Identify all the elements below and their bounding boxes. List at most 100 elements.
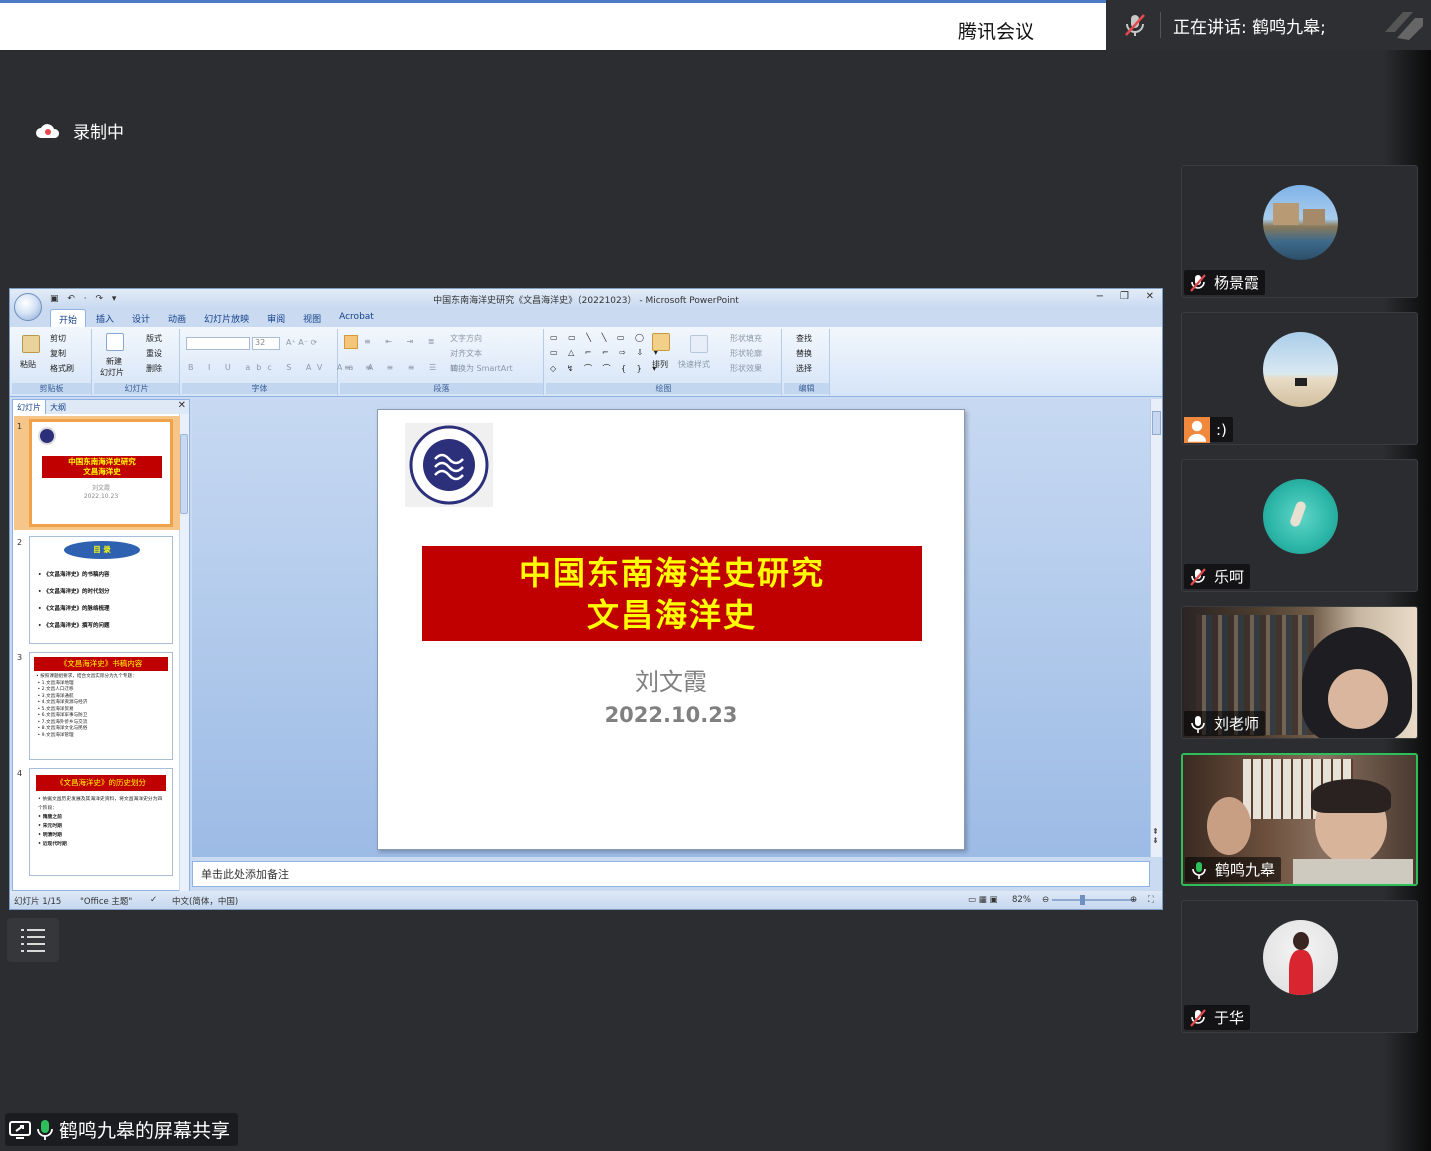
zoom-in-icon[interactable]: ⊕ [1130,895,1137,905]
select-button[interactable]: 选择 [796,363,812,374]
new-slide-label-2[interactable]: 幻灯片 [100,367,124,378]
quick-styles-button[interactable]: 快速样式 [678,359,710,370]
slide-title-box[interactable]: 中国东南海洋史研究 文昌海洋史 [422,546,922,641]
current-slide[interactable]: 中国东南海洋史研究 文昌海洋史 刘文霞 2022.10.23 [377,409,965,850]
layout-button[interactable]: 版式 [146,333,162,344]
theme-name: "Office 主题" [80,897,133,907]
slide-author[interactable]: 刘文霞 [378,662,964,697]
text-direction-button[interactable]: 文字方向 [450,333,482,344]
zoom-slider[interactable] [1052,899,1136,901]
shapes-gallery-row1[interactable]: ▭ ▭ ╲ ╲ ▭ ◯ ▴ [550,333,663,342]
quick-access-toolbar[interactable]: ▣ ↶ · ↷ ▾ [50,294,119,304]
tab-slides[interactable]: 幻灯片 [13,400,46,414]
prev-next-slide-icon[interactable]: ⇞ ⇟ [1152,827,1159,845]
view-buttons[interactable]: ▭ ▦ ▣ [968,895,998,905]
thumb4-heading: 《文昌海洋史》的历史划分 [36,775,166,791]
slide-date[interactable]: 2022.10.23 [378,703,964,727]
divider [1160,12,1161,38]
tab-home[interactable]: 开始 [50,309,87,327]
participant-tile[interactable]: 于华 [1181,900,1418,1033]
zoom-level[interactable]: 82% [1012,895,1031,905]
slide-thumbnail-2[interactable]: 目 录 • 《文昌海洋史》的书稿内容 • 《文昌海洋史》的时代划分 • 《文昌海… [29,536,173,644]
slide-title-line1: 中国东南海洋史研究 [518,553,825,592]
participant-name: 刘老师 [1214,715,1260,733]
tab-animations[interactable]: 动画 [160,309,194,327]
new-slide-label-1[interactable]: 新建 [106,356,122,367]
spellcheck-icon[interactable]: ✓ [150,895,157,905]
tab-view[interactable]: 视图 [295,309,329,327]
participant-video-tile-active[interactable]: 鹤鸣九皋 [1181,753,1418,886]
new-slide-icon[interactable] [106,333,124,351]
mic-muted-icon[interactable] [1124,13,1146,37]
shape-fill-button[interactable]: 形状填充 [730,333,762,344]
slide-scrollbar[interactable]: ⇞ ⇟ [1150,399,1162,857]
minimize-icon[interactable]: − [1096,291,1104,302]
shapes-gallery-row3[interactable]: ◇ ↯ ⌒ ⌒ { } ▾ [550,363,660,374]
thumb-title-line1: 中国东南海洋史研究 [68,457,136,466]
copy-button[interactable]: 复制 [50,348,66,359]
tab-review[interactable]: 审阅 [259,309,293,327]
alignment-buttons[interactable]: ≡ ≡ ≡ ≡ ☰ ▥ [344,363,464,372]
panel-scroll-thumb[interactable] [180,434,188,514]
format-painter-button[interactable]: 格式刷 [50,363,74,374]
slide-thumbnail-3[interactable]: 《文昌海洋史》书稿内容 • 按照课题组要求，结合文昌实际分为九个专题： • 1.… [29,652,173,760]
tab-insert[interactable]: 插入 [88,309,122,327]
shape-effects-button[interactable]: 形状效果 [730,363,762,374]
drawing-group: ▭ ▭ ╲ ╲ ▭ ◯ ▴ ▭ △ ⌐ ⌐ ⇨ ⇩ ▾ ◇ ↯ ⌒ ⌒ { } … [546,329,782,395]
tab-slideshow[interactable]: 幻灯片放映 [196,309,257,327]
language-indicator[interactable]: 中文(简体，中国) [172,895,238,907]
list-indent-buttons[interactable]: ≡ ⇤ ⇥ ≣ [364,337,440,346]
participant-name: 乐呵 [1214,568,1245,586]
replace-button[interactable]: 替换 [796,348,812,359]
close-icon[interactable]: ✕ [1146,291,1154,302]
shapes-gallery-row2[interactable]: ▭ △ ⌐ ⌐ ⇨ ⇩ ▾ [550,348,662,357]
quick-styles-icon[interactable] [690,335,708,353]
university-seal-icon [409,425,489,505]
user-icon [1184,416,1210,443]
list-item: • 9.文昌海洋管理 [36,732,74,738]
list-item-text: 按照课题组要求，结合文昌实际分为九个专题： [40,674,137,679]
find-button[interactable]: 查找 [796,333,812,344]
font-grow-shrink-buttons[interactable]: A⁺ A⁻ ⟳ [286,338,317,347]
slide-scroll-thumb[interactable] [1152,411,1161,435]
delete-button[interactable]: 删除 [146,363,162,374]
clipboard-group-label: 剪贴板 [12,383,91,394]
shape-outline-button[interactable]: 形状轮廓 [730,348,762,359]
fit-window-icon[interactable]: ⛶ [1148,895,1154,905]
reset-button[interactable]: 重设 [146,348,162,359]
participant-tile[interactable]: :) [1181,312,1418,445]
list-menu-button[interactable] [7,918,59,962]
thumb2-heading: 目 录 [64,541,140,559]
participant-namebar: 于华 [1184,1005,1251,1030]
slide-thumbnail-4[interactable]: 《文昌海洋史》的历史划分 • 依据文昌历史发展及其海洋史资料，将文昌海洋史分为四… [29,768,173,876]
paste-icon[interactable] [22,335,40,353]
list-item-text: 7.文昌海外侨乡与交流 [41,719,88,725]
zoom-slider-knob[interactable] [1080,895,1085,905]
tab-acrobat[interactable]: Acrobat [331,309,382,327]
office-button[interactable] [14,293,42,321]
slide-edit-area: 中国东南海洋史研究 文昌海洋史 刘文霞 2022.10.23 [192,399,1150,857]
participant-video-tile[interactable]: 刘老师 [1181,606,1418,739]
restore-icon[interactable]: ❐ [1120,291,1129,302]
paste-button[interactable]: 粘贴 [20,359,36,370]
tab-outline[interactable]: 大纲 [46,400,70,414]
panel-scrollbar[interactable] [179,414,189,892]
notes-pane[interactable]: 单击此处添加备注 [192,861,1150,887]
font-name-select[interactable] [186,337,250,350]
tab-design[interactable]: 设计 [124,309,158,327]
participant-tile[interactable]: 杨景霞 [1181,165,1418,298]
arrange-icon[interactable] [652,333,670,351]
panel-close-icon[interactable]: ✕ [178,400,186,411]
font-size-select[interactable]: 32 [252,337,280,350]
cut-button[interactable]: 剪切 [50,333,66,344]
speaker-indicator: 正在讲话: 鹤鸣九皋; [1106,0,1431,50]
zoom-out-icon[interactable]: ⊖ [1042,895,1049,905]
participant-tile[interactable]: 乐呵 [1181,459,1418,592]
thumb-number: 4 [17,769,23,778]
list-item-text: 宋元时期 [42,824,62,829]
participant-namebar: 刘老师 [1184,711,1266,736]
slide-thumbnail-1[interactable]: 中国东南海洋史研究 文昌海洋史 刘文霞 2022.10.23 [29,419,173,527]
arrange-button[interactable]: 排列 [652,359,668,370]
align-text-button[interactable]: 对齐文本 [450,348,482,359]
bullets-icon[interactable] [344,335,358,349]
